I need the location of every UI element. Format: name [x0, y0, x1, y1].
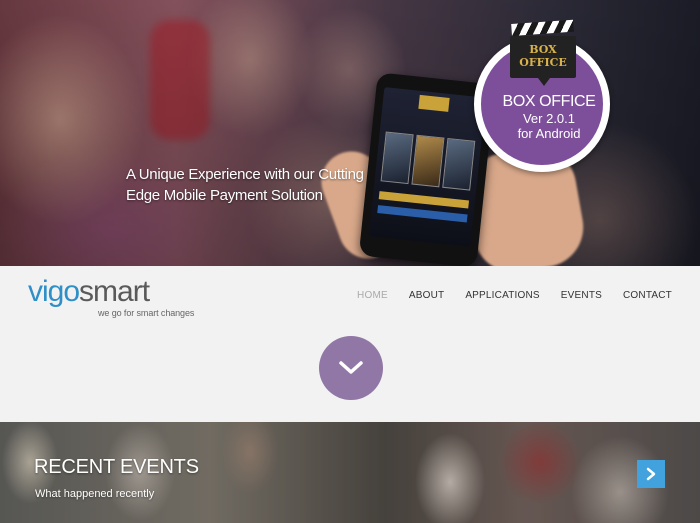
clapper-tail — [538, 78, 550, 86]
logo-part-smart: smart — [79, 275, 150, 308]
badge-version: Ver 2.0.1 — [522, 111, 576, 126]
nav-home[interactable]: HOME — [357, 290, 388, 301]
clapper-line2: OFFICE — [519, 56, 567, 69]
recent-events-section: RECENT EVENTS What happened recently — [0, 422, 700, 523]
clapper-line1: BOX — [529, 43, 557, 56]
phone-screen — [368, 87, 486, 247]
chevron-down-icon — [339, 361, 363, 374]
clapperboard-icon: BOX OFFICE — [510, 19, 576, 86]
nav-about[interactable]: ABOUT — [409, 290, 444, 301]
vigosmart-logo[interactable]: vigosmart we go for smart changes — [28, 275, 194, 320]
badge-platform: for Android — [517, 126, 581, 141]
hero-tagline: A Unique Experience with our Cutting Edg… — [126, 166, 364, 204]
events-subtitle: What happened recently — [35, 488, 155, 500]
logo-part-vigo: vigo — [28, 275, 80, 308]
phone-screen-bar — [377, 205, 468, 223]
events-title: RECENT EVENTS — [34, 456, 199, 478]
nav-contact[interactable]: CONTACT — [623, 290, 672, 301]
badge-text: BOX OFFICE Ver 2.0.1 for Android — [496, 92, 602, 141]
site-header: vigosmart we go for smart changes HOME A… — [0, 266, 700, 326]
scroll-section — [0, 326, 700, 422]
nav-events[interactable]: EVENTS — [561, 290, 602, 301]
main-nav: HOME ABOUT APPLICATIONS EVENTS CONTACT — [336, 290, 672, 301]
phone-screen-logo — [418, 94, 450, 112]
badge-title: BOX OFFICE — [502, 93, 596, 110]
scroll-down-button[interactable] — [319, 336, 383, 400]
phone-screen-posters — [380, 131, 476, 191]
logo-tagline: we go for smart changes — [98, 308, 195, 318]
clapperboard-body: BOX OFFICE — [510, 36, 576, 86]
nav-applications[interactable]: APPLICATIONS — [465, 290, 539, 301]
events-next-button[interactable] — [637, 460, 665, 488]
chevron-right-icon — [646, 467, 656, 481]
